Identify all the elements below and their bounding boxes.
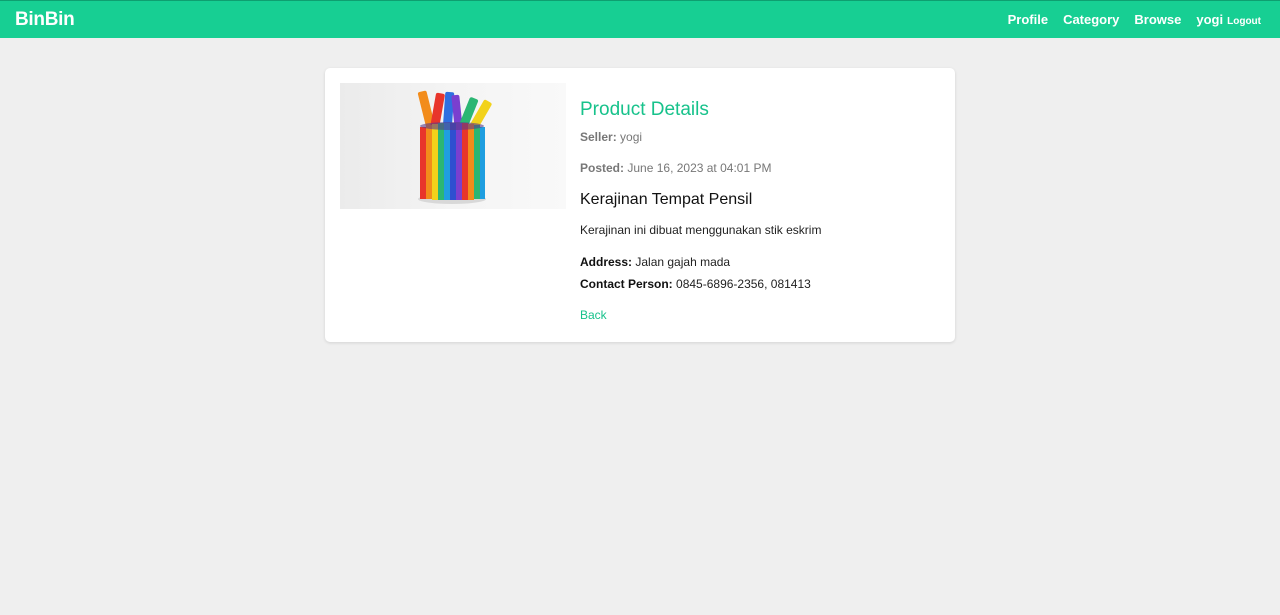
seller-line: Seller: yogi [580, 130, 940, 144]
product-description: Kerajinan ini dibuat menggunakan stik es… [580, 223, 822, 237]
product-card: Product Details Seller: yogi Posted: Jun… [325, 68, 955, 342]
contact-label: Contact Person: [580, 277, 673, 291]
address-line: Address: Jalan gajah mada [580, 255, 940, 269]
pencil-holder-image [417, 90, 492, 204]
seller-label: Seller: [580, 130, 617, 144]
product-details: Product Details Seller: yogi Posted: Jun… [580, 99, 940, 324]
product-name: Kerajinan Tempat Pensil [580, 191, 753, 208]
product-image [340, 83, 566, 209]
product-details-title: Product Details [580, 99, 709, 120]
contact-line: Contact Person: 0845-6896-2356, 081413 [580, 277, 940, 291]
navbar: BinBin Profile Category Browse yogi Logo… [0, 0, 1280, 38]
nav-browse-link[interactable]: Browse [1134, 12, 1181, 27]
back-link[interactable]: Back [580, 308, 607, 322]
nav-profile-link[interactable]: Profile [1008, 12, 1048, 27]
seller-value: yogi [620, 130, 643, 144]
posted-label: Posted: [580, 161, 625, 175]
address-label: Address: [580, 255, 633, 269]
posted-value: June 16, 2023 at 04:01 PM [627, 161, 772, 175]
nav-username: yogi [1196, 12, 1224, 27]
nav-links: Profile Category Browse yogi Logout [993, 12, 1261, 27]
address-value: Jalan gajah mada [635, 255, 731, 269]
contact-value: 0845-6896-2356, 081413 [676, 277, 811, 291]
brand-logo[interactable]: BinBin [15, 9, 75, 31]
nav-category-link[interactable]: Category [1063, 12, 1119, 27]
logout-link[interactable]: Logout [1227, 16, 1261, 27]
posted-line: Posted: June 16, 2023 at 04:01 PM [580, 161, 940, 175]
